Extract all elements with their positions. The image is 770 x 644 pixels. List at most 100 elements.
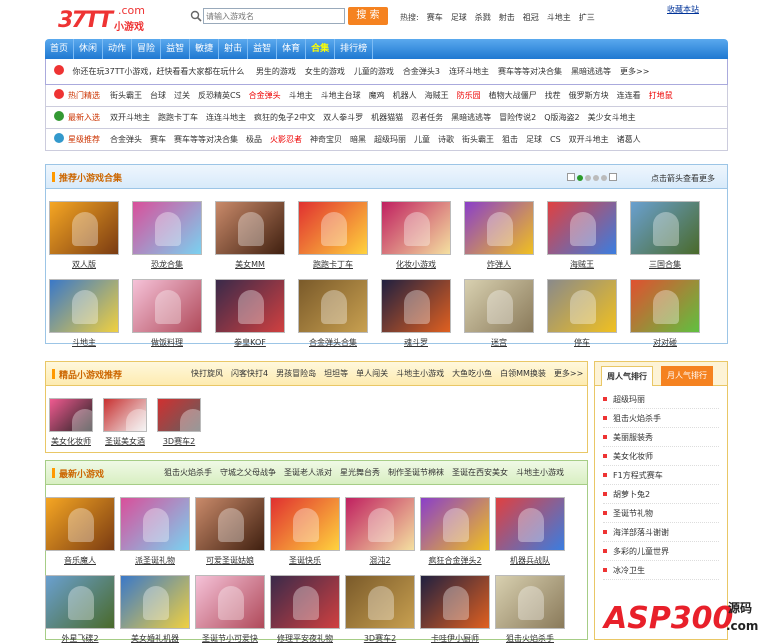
game-card[interactable]: 化妆小游戏 [376, 201, 456, 270]
carousel-dots[interactable] [567, 173, 617, 184]
category-link[interactable]: 冒险传说2 [499, 113, 536, 122]
category-link[interactable]: 反恐精英CS [198, 91, 241, 100]
search-button[interactable]: 搜 索 [348, 7, 388, 25]
game-card[interactable]: 炸弹人 [459, 201, 539, 270]
game-link[interactable]: 迷宫 [459, 337, 539, 348]
game-card[interactable]: 音乐魔人 [40, 497, 120, 566]
category-link[interactable]: 植物大战僵尸 [489, 91, 537, 100]
game-link[interactable]: 美女化妆师 [40, 436, 102, 447]
category-link[interactable]: 魔鸡 [369, 91, 385, 100]
category-link[interactable]: 双人拳斗罗 [323, 113, 363, 122]
header-link[interactable]: 更多>> [554, 369, 583, 378]
category-link[interactable]: 合金弹头 [249, 91, 281, 100]
game-thumbnail[interactable] [495, 575, 565, 629]
game-thumbnail[interactable] [195, 497, 265, 551]
nav-item[interactable]: 益智 [248, 39, 278, 59]
nav-item[interactable]: 首页 [45, 39, 75, 59]
rank-item[interactable]: 胡萝卜兔2 [603, 485, 719, 504]
header-link[interactable]: 圣诞在西安美女 [452, 468, 508, 477]
header-link[interactable]: 斗地主小游戏 [516, 468, 564, 477]
game-thumbnail[interactable] [215, 279, 285, 333]
next-arrow-icon[interactable] [609, 173, 617, 181]
game-link[interactable]: 跑跑卡丁车 [293, 259, 373, 270]
game-thumbnail[interactable] [345, 575, 415, 629]
game-card[interactable]: 修理平安夜礼物 [265, 575, 345, 644]
game-thumbnail[interactable] [215, 201, 285, 255]
game-link[interactable]: 化妆小游戏 [376, 259, 456, 270]
category-link[interactable]: Q版海盗2 [544, 113, 579, 122]
header-link[interactable]: 闪客快打4 [231, 369, 268, 378]
header-link[interactable]: 星光舞台秀 [340, 468, 380, 477]
game-thumbnail[interactable] [345, 497, 415, 551]
game-link[interactable]: 狙击火焰杀手 [490, 633, 570, 644]
category-link[interactable]: 忍者任务 [411, 113, 443, 122]
category-link[interactable]: 双开斗地主 [110, 113, 150, 122]
game-card[interactable]: 狙击火焰杀手 [490, 575, 570, 644]
game-thumbnail[interactable] [420, 575, 490, 629]
category-link[interactable]: 疯狂的兔子2中文 [254, 113, 315, 122]
game-card[interactable]: 做饭料理 [127, 279, 207, 348]
category-link[interactable]: 连连斗地主 [206, 113, 246, 122]
welcome-link[interactable]: 儿童的游戏 [354, 67, 394, 76]
game-link[interactable]: 音乐魔人 [40, 555, 120, 566]
tab-monthly[interactable]: 月人气排行 [661, 366, 713, 386]
header-link[interactable]: 狙击火焰杀手 [164, 468, 212, 477]
game-thumbnail[interactable] [132, 279, 202, 333]
game-link[interactable]: 对对碰 [625, 337, 705, 348]
hot-keyword-link[interactable]: 射击 [499, 13, 515, 22]
game-thumbnail[interactable] [547, 279, 617, 333]
game-link[interactable]: 停车 [542, 337, 622, 348]
header-link[interactable]: 坦坦等 [324, 369, 348, 378]
game-card[interactable]: 恐龙合集 [127, 201, 207, 270]
welcome-link[interactable]: 黑暗逃逃等 [571, 67, 611, 76]
nav-item[interactable]: 排行榜 [335, 39, 374, 59]
game-card[interactable]: 混沌2 [340, 497, 420, 566]
category-link[interactable]: 神奇宝贝 [310, 135, 342, 144]
game-card[interactable]: 圣诞快乐 [265, 497, 345, 566]
category-link[interactable]: 打地鼠 [649, 91, 673, 100]
game-link[interactable]: 恐龙合集 [127, 259, 207, 270]
rank-item[interactable]: 冰冷卫生 [603, 561, 719, 580]
prev-arrow-icon[interactable] [567, 173, 575, 181]
game-link[interactable]: 双人版 [44, 259, 124, 270]
category-link[interactable]: 机器人 [393, 91, 417, 100]
category-link[interactable]: 台球 [150, 91, 166, 100]
welcome-link[interactable]: 赛车等等对决合集 [498, 67, 562, 76]
game-link[interactable]: 混沌2 [340, 555, 420, 566]
game-link[interactable]: 卡哇伊小厨师 [415, 633, 495, 644]
game-link[interactable]: 3D赛车2 [340, 633, 420, 644]
category-link[interactable]: 诸葛人 [617, 135, 641, 144]
category-link[interactable]: 斗地主台球 [321, 91, 361, 100]
rank-item[interactable]: 美丽服装秀 [603, 428, 719, 447]
category-link[interactable]: 赛车等等对决合集 [174, 135, 238, 144]
category-link[interactable]: 机器猫猫 [371, 113, 403, 122]
game-link[interactable]: 疯狂合金弹头2 [415, 555, 495, 566]
game-thumbnail[interactable] [49, 398, 93, 432]
header-link[interactable]: 单人闯关 [356, 369, 388, 378]
hot-keyword-link[interactable]: 斗地主 [547, 13, 571, 22]
game-thumbnail[interactable] [630, 279, 700, 333]
game-card[interactable]: 卡哇伊小厨师 [415, 575, 495, 644]
game-link[interactable]: 合金弹头合集 [293, 337, 373, 348]
nav-item[interactable]: 敏捷 [190, 39, 220, 59]
game-card[interactable]: 停车 [542, 279, 622, 348]
category-link[interactable]: 火影忍者 [270, 135, 302, 144]
header-link[interactable]: 快打旋风 [191, 369, 223, 378]
game-link[interactable]: 圣诞节小可爱快 [190, 633, 270, 644]
game-link[interactable]: 派圣诞礼物 [115, 555, 195, 566]
game-card[interactable]: 圣诞美女酒 [94, 398, 156, 447]
header-link[interactable]: 守城之父母战争 [220, 468, 276, 477]
search-input[interactable] [203, 8, 345, 24]
game-link[interactable]: 美女MM [210, 259, 290, 270]
game-card[interactable]: 魂斗罗 [376, 279, 456, 348]
game-link[interactable]: 3D赛车2 [148, 436, 210, 447]
rank-item[interactable]: 圣诞节礼物 [603, 504, 719, 523]
category-link[interactable]: 儿童 [414, 135, 430, 144]
welcome-link[interactable]: 连环斗地主 [449, 67, 489, 76]
game-link[interactable]: 魂斗罗 [376, 337, 456, 348]
site-logo[interactable]: 37TT .com 小游戏 [58, 4, 168, 34]
game-card[interactable]: 3D赛车2 [340, 575, 420, 644]
game-thumbnail[interactable] [120, 497, 190, 551]
category-link[interactable]: 黑暗逃逃等 [451, 113, 491, 122]
game-link[interactable]: 拳皇KOF [210, 337, 290, 348]
